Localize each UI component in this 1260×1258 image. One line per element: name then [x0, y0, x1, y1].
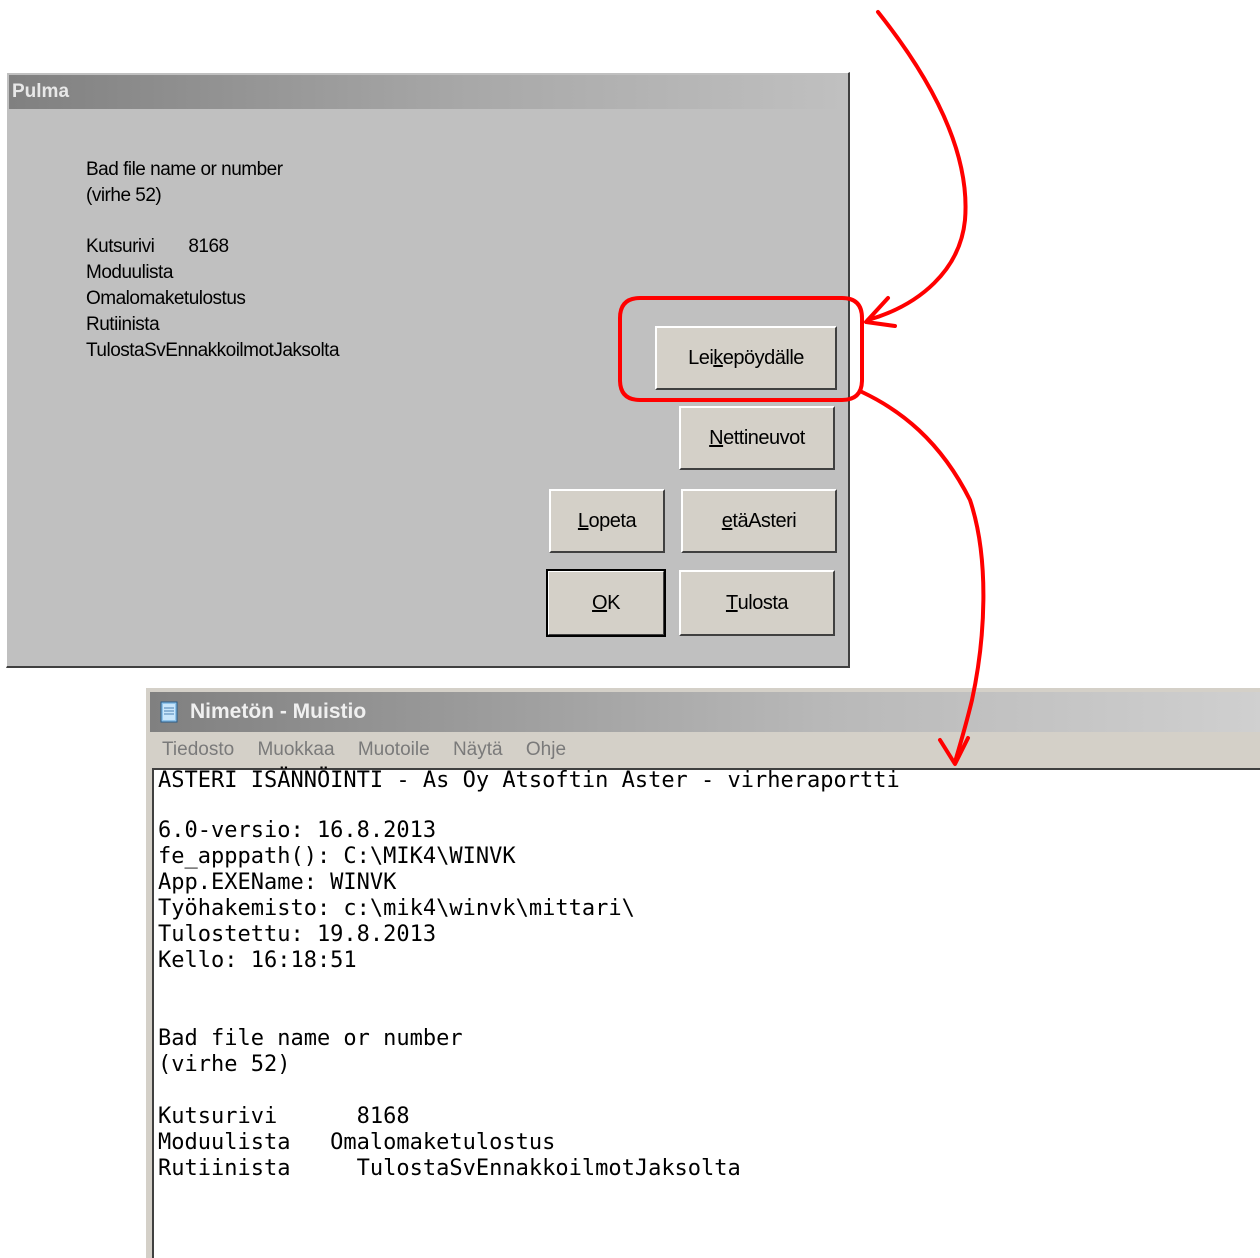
- error-message-line: Bad file name or number: [158, 1026, 463, 1051]
- button-mnemonic: N: [709, 426, 724, 449]
- menu-help[interactable]: Ohje: [526, 739, 566, 760]
- call-line-row: Kutsurivi 8168: [86, 234, 229, 260]
- exename-line: App.EXEName: WINVK: [158, 870, 397, 895]
- arrow-head-top: [864, 296, 897, 328]
- routine-label: Rutiinista: [86, 314, 160, 335]
- notepad-window: Nimetön - Muistio Tiedosto Muokkaa Muoto…: [146, 688, 1260, 1258]
- button-mnemonic: e: [721, 509, 733, 532]
- notepad-titlebar[interactable]: Nimetön - Muistio: [150, 692, 1260, 732]
- button-mnemonic: T: [725, 591, 738, 614]
- button-label: ulosta: [737, 591, 789, 614]
- module-line: Moduulista Omalomaketulostus: [158, 1130, 556, 1155]
- notepad-text-area[interactable]: ASTERI ISÄNNÖINTI - As Oy Atsoftin Aster…: [152, 768, 1260, 1258]
- button-label: täAsteri: [732, 509, 797, 532]
- button-mnemonic: k: [713, 346, 723, 369]
- call-line-label: Kutsurivi: [86, 236, 155, 257]
- menu-file[interactable]: Tiedosto: [162, 739, 234, 760]
- error-code-line: (virhe 52): [158, 1052, 291, 1077]
- call-line-value: 8168: [188, 236, 229, 257]
- routine-value: TulostaSvEnnakkoilmotJaksolta: [86, 340, 340, 361]
- menu-view[interactable]: Näytä: [453, 739, 503, 760]
- arrow-curve-top: [866, 10, 968, 322]
- ok-button[interactable]: OK: [546, 569, 666, 637]
- button-label: Lei: [688, 346, 714, 369]
- button-label: epöydälle: [722, 346, 805, 369]
- menu-format[interactable]: Muotoile: [358, 739, 430, 760]
- clock-line: Kello: 16:18:51: [158, 948, 357, 973]
- net-help-button[interactable]: Nettineuvot: [679, 406, 835, 470]
- call-line-line: Kutsurivi 8168: [158, 1104, 410, 1129]
- remote-support-button[interactable]: e täAsteri: [681, 489, 837, 553]
- notepad-title: Nimetön - Muistio: [190, 700, 367, 723]
- printed-date-line: Tulostettu: 19.8.2013: [158, 922, 437, 947]
- error-dialog: Pulma Bad file name or number (virhe 52)…: [6, 72, 850, 668]
- quit-button[interactable]: Lopeta: [549, 489, 665, 553]
- dialog-title: Pulma: [9, 75, 846, 109]
- notepad-icon: [160, 701, 178, 723]
- copy-to-clipboard-button[interactable]: Lei k epöydälle: [655, 326, 837, 390]
- routine-line: Rutiinista TulostaSvEnnakkoilmotJaksolta: [158, 1156, 741, 1181]
- button-label: ettineuvot: [723, 426, 805, 449]
- apppath-line: fe_apppath(): C:\MIK4\WINVK: [158, 844, 516, 869]
- module-label: Moduulista: [86, 262, 173, 283]
- button-mnemonic: O: [592, 591, 608, 614]
- button-label: K: [607, 591, 620, 614]
- print-button[interactable]: Tulosta: [679, 570, 835, 636]
- module-value: Omalomaketulostus: [86, 288, 246, 309]
- button-mnemonic: L: [577, 509, 589, 532]
- report-header-line: ASTERI ISÄNNÖINTI - As Oy Atsoftin Aster…: [158, 768, 900, 793]
- button-label: opeta: [588, 509, 637, 532]
- error-code: (virhe 52): [86, 185, 162, 206]
- version-line: 6.0-versio: 16.8.2013: [158, 818, 437, 843]
- menu-edit[interactable]: Muokkaa: [257, 739, 334, 760]
- error-message: Bad file name or number: [86, 159, 283, 180]
- workdir-line: Työhakemisto: c:\mik4\winvk\mittari\: [158, 896, 635, 921]
- notepad-menubar: Tiedosto Muokkaa Muotoile Näytä Ohje: [150, 734, 1260, 766]
